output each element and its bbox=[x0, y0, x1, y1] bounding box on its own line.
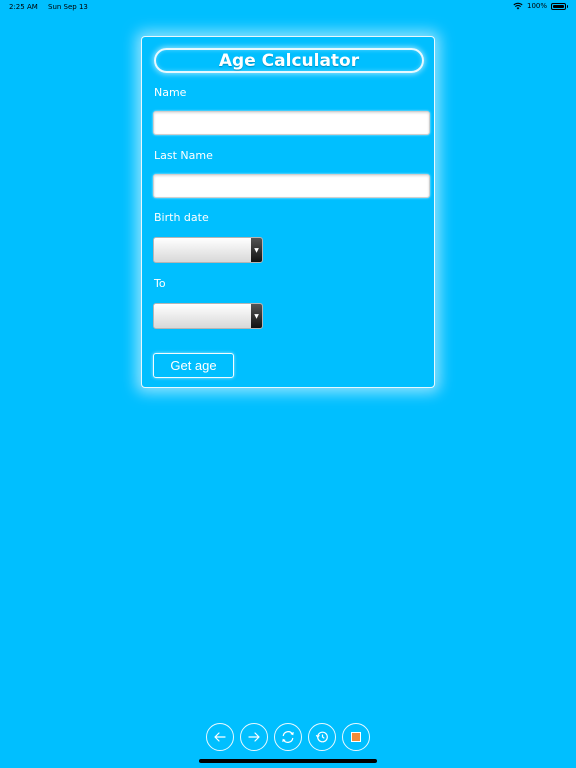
clock-icon bbox=[315, 731, 328, 743]
status-time: 2:25 AM bbox=[9, 3, 38, 11]
to-label: To bbox=[154, 277, 166, 290]
battery-icon bbox=[551, 2, 568, 10]
wifi-icon bbox=[513, 2, 523, 10]
home-indicator[interactable] bbox=[199, 759, 377, 763]
battery-percent: 100% bbox=[526, 2, 547, 10]
get-age-button[interactable]: Get age bbox=[153, 353, 234, 378]
bottom-toolbar bbox=[206, 723, 370, 751]
back-button[interactable] bbox=[206, 723, 234, 751]
name-input[interactable] bbox=[153, 111, 430, 135]
history-button[interactable] bbox=[308, 723, 336, 751]
forward-button[interactable] bbox=[240, 723, 268, 751]
stop-button[interactable] bbox=[342, 723, 370, 751]
status-bar: 2:25 AM Sun Sep 13 100% bbox=[0, 0, 576, 14]
last-name-input[interactable] bbox=[153, 174, 430, 198]
chevron-down-icon: ▼ bbox=[251, 304, 262, 328]
name-label: Name bbox=[154, 86, 187, 99]
chevron-down-icon: ▼ bbox=[251, 238, 262, 262]
forward-arrow-icon bbox=[248, 732, 260, 742]
stop-icon bbox=[351, 732, 361, 742]
refresh-icon bbox=[282, 731, 294, 743]
form-title: Age Calculator bbox=[154, 48, 424, 73]
birth-date-label: Birth date bbox=[154, 211, 209, 224]
last-name-label: Last Name bbox=[154, 149, 213, 162]
age-calculator-form: Age Calculator Name Last Name Birth date… bbox=[141, 36, 435, 388]
status-date: Sun Sep 13 bbox=[48, 3, 88, 11]
birth-date-select[interactable]: ▼ bbox=[153, 237, 263, 263]
back-arrow-icon bbox=[214, 732, 226, 742]
refresh-button[interactable] bbox=[274, 723, 302, 751]
to-date-select[interactable]: ▼ bbox=[153, 303, 263, 329]
